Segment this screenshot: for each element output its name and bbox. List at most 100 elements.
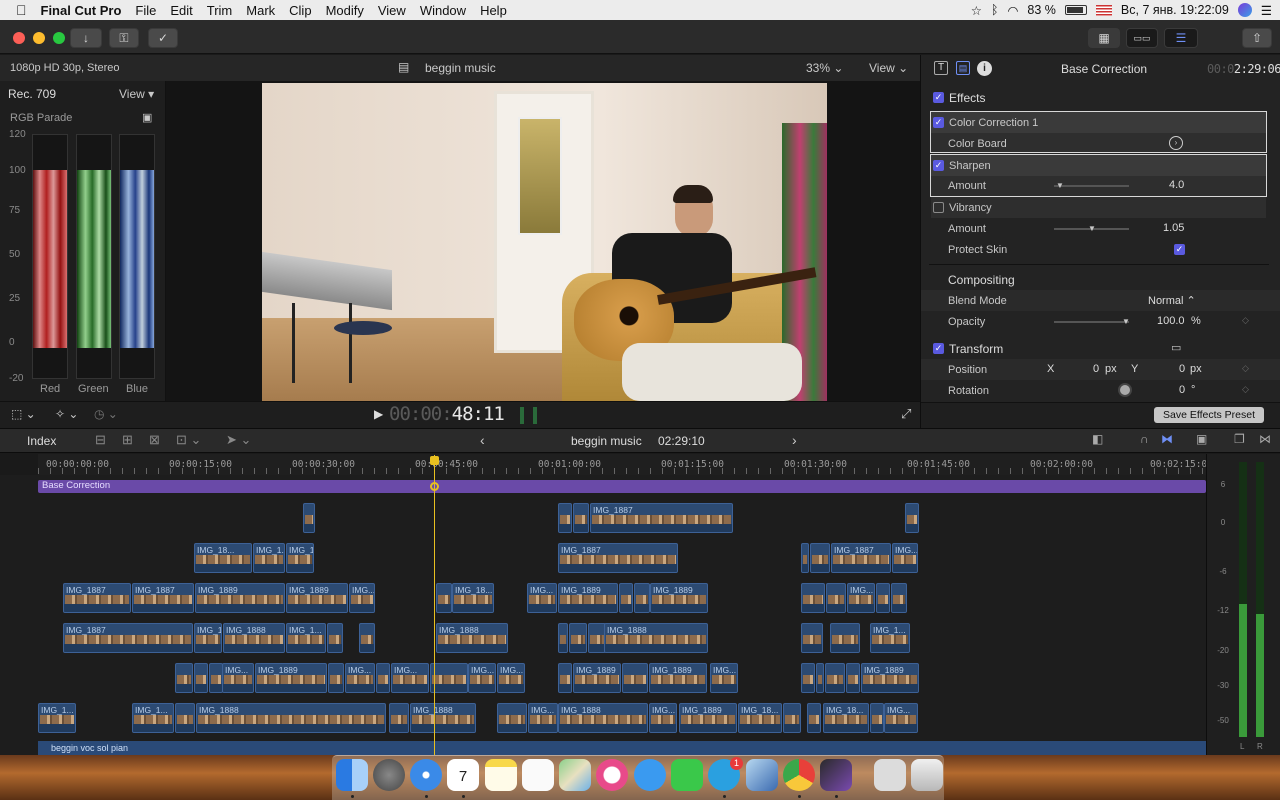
timeline-clip[interactable] <box>622 663 648 693</box>
timeline-clip[interactable] <box>209 663 223 693</box>
notes-icon[interactable] <box>485 759 517 791</box>
documents-folder-icon[interactable] <box>874 759 906 791</box>
timeline-clip[interactable]: IMG... <box>649 703 677 733</box>
timeline-clip[interactable]: IMG_1888 <box>436 623 508 653</box>
timeline-clip[interactable]: IMG_1887 <box>831 543 891 573</box>
timeline-clip[interactable] <box>905 503 919 533</box>
menu-window[interactable]: Window <box>413 3 473 18</box>
messages-icon[interactable] <box>634 759 666 791</box>
timeline-clip[interactable] <box>870 703 884 733</box>
timeline-clip[interactable]: IMG_1... <box>194 623 222 653</box>
opacity-slider[interactable] <box>1054 321 1129 323</box>
clip-appearance-icon[interactable]: ◧ <box>1092 432 1103 446</box>
play-button[interactable]: ▶ <box>374 407 383 421</box>
transform-checkbox[interactable]: ✓ <box>933 343 944 354</box>
timeline-clip[interactable]: IMG_1889 <box>861 663 919 693</box>
viewer-view-menu[interactable]: View ⌄ <box>869 61 908 75</box>
menu-trim[interactable]: Trim <box>200 3 240 18</box>
background-tasks-button[interactable]: ✓ <box>148 28 178 48</box>
timeline-clip[interactable]: IMG_1888 <box>604 623 708 653</box>
menubar-clock[interactable]: Вс, 7 янв. 19:22:09 <box>1121 3 1229 17</box>
timeline-clip[interactable]: IMG_1... <box>870 623 910 653</box>
zoom-menu[interactable]: 33% ⌄ <box>806 61 843 75</box>
calendar-icon[interactable]: 7 <box>447 759 479 791</box>
scopes-view-menu[interactable]: View ▾ <box>119 87 154 101</box>
timeline-clip[interactable]: IMG... <box>349 583 375 613</box>
fullscreen-window-button[interactable] <box>53 32 65 44</box>
flag-icon[interactable] <box>1095 4 1112 16</box>
timeline-clip[interactable]: IMG_1889 <box>286 583 348 613</box>
timeline-clip[interactable]: IMG... <box>528 703 558 733</box>
sharpen-amount-slider[interactable] <box>1054 185 1129 187</box>
timeline-clip[interactable]: IMG_1889 <box>649 663 707 693</box>
timeline-clip[interactable]: IMG... <box>710 663 738 693</box>
timeline-clip[interactable] <box>194 663 208 693</box>
connect-clip-icon[interactable]: ⊟ <box>95 432 106 448</box>
timeline-clip[interactable] <box>876 583 890 613</box>
snapping-icon[interactable]: ⧓ <box>1161 432 1173 446</box>
timeline-clip[interactable]: IMG_1889 <box>573 663 621 693</box>
opacity-keyframe-icon[interactable]: ◇ <box>1242 315 1249 326</box>
scope-settings-icon[interactable]: ▣ <box>142 111 152 124</box>
rotation-dial[interactable] <box>1118 383 1132 397</box>
menu-edit[interactable]: Edit <box>163 3 199 18</box>
timeline-clip[interactable]: IMG_1889 <box>679 703 737 733</box>
protect-skin-checkbox[interactable]: ✓ <box>1174 244 1185 255</box>
vibrancy-amount-value[interactable]: 1.05 <box>1163 222 1184 234</box>
menu-mark[interactable]: Mark <box>239 3 282 18</box>
timeline-clip[interactable] <box>430 663 468 693</box>
timeline-clip[interactable] <box>497 703 527 733</box>
timeline-clip[interactable]: IMG_1... <box>38 703 76 733</box>
timeline-clip[interactable] <box>619 583 633 613</box>
apple-menu-icon[interactable]:  <box>0 2 34 18</box>
timeline-clip[interactable] <box>328 663 344 693</box>
app-menu[interactable]: Final Cut Pro <box>34 3 129 18</box>
battery-icon[interactable] <box>1064 5 1087 15</box>
timeline-clip[interactable] <box>807 703 821 733</box>
timeline-clip[interactable] <box>558 663 572 693</box>
timeline-clip[interactable] <box>846 663 860 693</box>
menu-clip[interactable]: Clip <box>282 3 318 18</box>
timeline-clip[interactable]: IMG... <box>527 583 557 613</box>
position-keyframe-icon[interactable]: ◇ <box>1242 363 1249 374</box>
timeline-clip[interactable] <box>801 583 825 613</box>
bluetooth-icon[interactable]: ᛒ <box>991 3 999 17</box>
import-button[interactable]: ↓ <box>70 28 102 48</box>
sharpen-row[interactable]: ✓ Sharpen <box>931 155 1266 176</box>
x-value[interactable]: 0 <box>1093 363 1099 375</box>
color-correction-row[interactable]: ✓ Color Correction 1 <box>931 112 1266 133</box>
timeline-clip[interactable]: IMG_1887 <box>558 543 678 573</box>
timeline-clip[interactable] <box>327 623 343 653</box>
timeline-clip[interactable] <box>175 703 195 733</box>
timeline-clip[interactable] <box>359 623 375 653</box>
timeline-clip[interactable] <box>303 503 315 533</box>
timeline-clip[interactable]: IMG... <box>497 663 525 693</box>
overwrite-clip-menu[interactable]: ⊡ ⌄ <box>176 432 201 448</box>
safari-icon[interactable] <box>410 759 442 791</box>
timeline-clip[interactable]: IMG... <box>391 663 429 693</box>
fullscreen-viewer-icon[interactable]: ⤢ <box>901 406 911 422</box>
timeline-clip[interactable] <box>389 703 409 733</box>
user-avatar-icon[interactable] <box>1237 3 1252 17</box>
inspector-toggle-button[interactable]: ☰ <box>1164 28 1198 48</box>
menu-file[interactable]: File <box>128 3 163 18</box>
minimize-window-button[interactable] <box>33 32 45 44</box>
timeline-clip[interactable]: IMG... <box>884 703 918 733</box>
star-icon[interactable]: ☆ <box>971 3 982 18</box>
timeline-clip[interactable]: IMG... <box>468 663 496 693</box>
timeline-clip[interactable] <box>825 663 845 693</box>
itunes-icon[interactable] <box>596 759 628 791</box>
timeline-clip[interactable]: IMG_1887 <box>63 623 193 653</box>
video-frame[interactable] <box>262 83 827 401</box>
timeline-clip[interactable]: IMG_1887 <box>590 503 733 533</box>
transform-onscreen-icon[interactable]: ▭ <box>1171 341 1181 354</box>
opacity-slider-knob[interactable]: ▼ <box>1122 317 1130 326</box>
index-button[interactable]: Index <box>27 434 56 448</box>
timeline-clip[interactable]: IMG_18... <box>823 703 869 733</box>
timeline-clip[interactable]: IMG_1889 <box>195 583 285 613</box>
timeline-clip[interactable] <box>816 663 824 693</box>
sharpen-slider-knob[interactable]: ▼ <box>1056 181 1064 190</box>
timeline-area[interactable]: Base Correction IMG_1887 IMG_18... IMG_1..… <box>0 455 1206 755</box>
timeline-clip[interactable]: IMG_1... <box>286 543 314 573</box>
compositing-header[interactable]: Compositing <box>921 269 1280 290</box>
